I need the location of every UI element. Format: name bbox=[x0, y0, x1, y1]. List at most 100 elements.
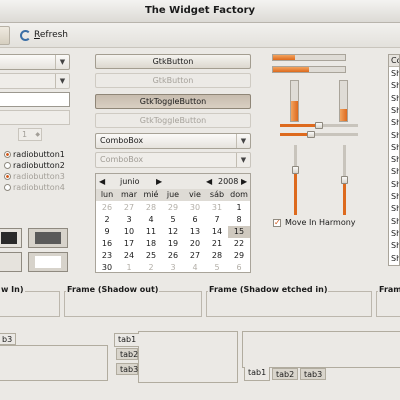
calendar-day[interactable]: 2 bbox=[96, 214, 118, 226]
calendar-day[interactable]: 3 bbox=[118, 214, 140, 226]
toolbar-button-partial[interactable] bbox=[0, 26, 10, 45]
notebook2-tab[interactable]: tab3 bbox=[116, 363, 138, 375]
gtk-button[interactable]: GtkButton bbox=[95, 54, 251, 69]
font-button[interactable] bbox=[0, 252, 22, 272]
list-item[interactable]: Sh bbox=[391, 203, 399, 215]
scale-knob[interactable] bbox=[307, 131, 316, 138]
calendar-day[interactable]: 18 bbox=[140, 238, 162, 250]
calendar-day[interactable]: 24 bbox=[118, 250, 140, 262]
title-bar[interactable]: The Widget Factory bbox=[0, 0, 400, 23]
calendar-day[interactable]: 9 bbox=[96, 226, 118, 238]
calendar-day[interactable]: 2 bbox=[140, 262, 162, 274]
list-item[interactable]: Sh bbox=[391, 253, 399, 265]
calendar-day[interactable]: 30 bbox=[96, 262, 118, 274]
text-entry[interactable] bbox=[0, 92, 70, 107]
calendar-day[interactable]: 31 bbox=[206, 202, 228, 214]
calendar-day[interactable]: 12 bbox=[162, 226, 184, 238]
scale-knob[interactable] bbox=[292, 165, 299, 174]
tree-view[interactable]: Co ShShShShShShShShShShShShShShShSh bbox=[388, 54, 400, 266]
calendar-day[interactable]: 28 bbox=[140, 202, 162, 214]
calendar-day[interactable]: 16 bbox=[96, 238, 118, 250]
prev-year-icon[interactable]: ◀ bbox=[206, 174, 212, 189]
calendar-day[interactable]: 10 bbox=[118, 226, 140, 238]
calendar-day[interactable]: 7 bbox=[206, 214, 228, 226]
list-item[interactable]: Sh bbox=[391, 228, 399, 240]
list-item[interactable]: Sh bbox=[391, 117, 399, 129]
calendar-day[interactable]: 22 bbox=[228, 238, 250, 250]
calendar-day[interactable]: 11 bbox=[140, 226, 162, 238]
notebook3-tab[interactable]: tab1 bbox=[244, 367, 271, 381]
list-item[interactable]: Sh bbox=[391, 240, 399, 252]
notebook1-tab[interactable]: b3 bbox=[0, 333, 17, 345]
list-item[interactable]: Sh bbox=[391, 166, 399, 178]
calendar-day[interactable]: 15 bbox=[228, 226, 250, 238]
calendar-day[interactable]: 4 bbox=[140, 214, 162, 226]
notebook3-tab[interactable]: tab3 bbox=[300, 368, 327, 380]
color-button[interactable] bbox=[0, 228, 22, 248]
move-in-harmony-checkbox[interactable]: ✓ bbox=[273, 219, 281, 227]
calendar-day[interactable]: 4 bbox=[184, 262, 206, 274]
calendar-day[interactable]: 27 bbox=[118, 202, 140, 214]
list-item[interactable]: Sh bbox=[391, 80, 399, 92]
next-month-icon[interactable]: ▶ bbox=[156, 174, 162, 189]
calendar-day[interactable]: 6 bbox=[184, 214, 206, 226]
list-item[interactable]: Sh bbox=[391, 142, 399, 154]
list-item[interactable]: Sh bbox=[391, 179, 399, 191]
list-item[interactable]: Sh bbox=[391, 105, 399, 117]
list-item[interactable]: Sh bbox=[391, 191, 399, 203]
calendar-day[interactable]: 25 bbox=[140, 250, 162, 262]
notebook3-tab[interactable]: tab2 bbox=[272, 368, 299, 380]
next-year-icon[interactable]: ▶ bbox=[241, 174, 247, 189]
calendar-day[interactable]: 23 bbox=[96, 250, 118, 262]
calendar-day[interactable]: 1 bbox=[228, 202, 250, 214]
calendar-day[interactable]: 21 bbox=[206, 238, 228, 250]
toggle-button[interactable]: GtkToggleButton bbox=[95, 94, 251, 109]
spin-arrows-icon[interactable]: ◆ bbox=[35, 129, 40, 140]
calendar-day[interactable]: 26 bbox=[162, 250, 184, 262]
calendar-day[interactable]: 5 bbox=[162, 214, 184, 226]
column-header[interactable]: Co bbox=[389, 55, 399, 67]
notebook2-tab[interactable]: tab2 bbox=[116, 348, 138, 360]
calendar-day[interactable]: 3 bbox=[162, 262, 184, 274]
scale-horizontal-2[interactable] bbox=[280, 131, 358, 138]
radio-button[interactable]: radiobutton2 bbox=[4, 161, 65, 171]
calendar-day[interactable]: 27 bbox=[184, 250, 206, 262]
calendar-day[interactable]: 29 bbox=[162, 202, 184, 214]
calendar-day[interactable]: 1 bbox=[118, 262, 140, 274]
radio-indicator-icon[interactable] bbox=[4, 151, 11, 158]
calendar-day[interactable]: 6 bbox=[228, 262, 250, 274]
spin-button[interactable]: 1 ◆ bbox=[18, 128, 42, 141]
calendar-day[interactable]: 28 bbox=[206, 250, 228, 262]
calendar-day[interactable]: 30 bbox=[184, 202, 206, 214]
scale-horizontal[interactable] bbox=[280, 122, 358, 129]
radio-button[interactable]: radiobutton1 bbox=[4, 150, 65, 160]
chevron-down-icon[interactable]: ▼ bbox=[236, 134, 250, 148]
list-item[interactable]: Sh bbox=[391, 130, 399, 142]
calendar[interactable]: ◀ junio ▶ ◀ 2008 ▶ lun mar mié jue vie sáb dom… bbox=[95, 173, 251, 273]
scale-knob[interactable] bbox=[315, 122, 323, 129]
combo-entry[interactable]: ▼ bbox=[0, 54, 70, 70]
list-item[interactable]: Sh bbox=[391, 154, 399, 166]
calendar-day[interactable]: 29 bbox=[228, 250, 250, 262]
scale-vertical[interactable] bbox=[292, 145, 299, 215]
calendar-day[interactable]: 14 bbox=[206, 226, 228, 238]
calendar-day[interactable]: 19 bbox=[162, 238, 184, 250]
calendar-day[interactable]: 26 bbox=[96, 202, 118, 214]
scale-knob[interactable] bbox=[341, 176, 348, 184]
list-item[interactable]: Sh bbox=[391, 93, 399, 105]
calendar-day[interactable]: 13 bbox=[184, 226, 206, 238]
refresh-button[interactable]: Refresh bbox=[34, 30, 68, 40]
calendar-day[interactable]: 8 bbox=[228, 214, 250, 226]
combobox[interactable]: ComboBox ▼ bbox=[95, 133, 251, 149]
list-item[interactable]: Sh bbox=[391, 68, 399, 80]
chevron-down-icon[interactable]: ▼ bbox=[55, 55, 69, 69]
scale-vertical-2[interactable] bbox=[341, 145, 348, 215]
prev-month-icon[interactable]: ◀ bbox=[99, 174, 105, 189]
calendar-day[interactable]: 5 bbox=[206, 262, 228, 274]
list-item[interactable]: Sh bbox=[391, 216, 399, 228]
calendar-day[interactable]: 17 bbox=[118, 238, 140, 250]
calendar-day[interactable]: 20 bbox=[184, 238, 206, 250]
refresh-icon[interactable] bbox=[20, 30, 31, 41]
notebook2-tab[interactable]: tab1 bbox=[114, 333, 139, 347]
radio-indicator-icon[interactable] bbox=[4, 162, 11, 169]
